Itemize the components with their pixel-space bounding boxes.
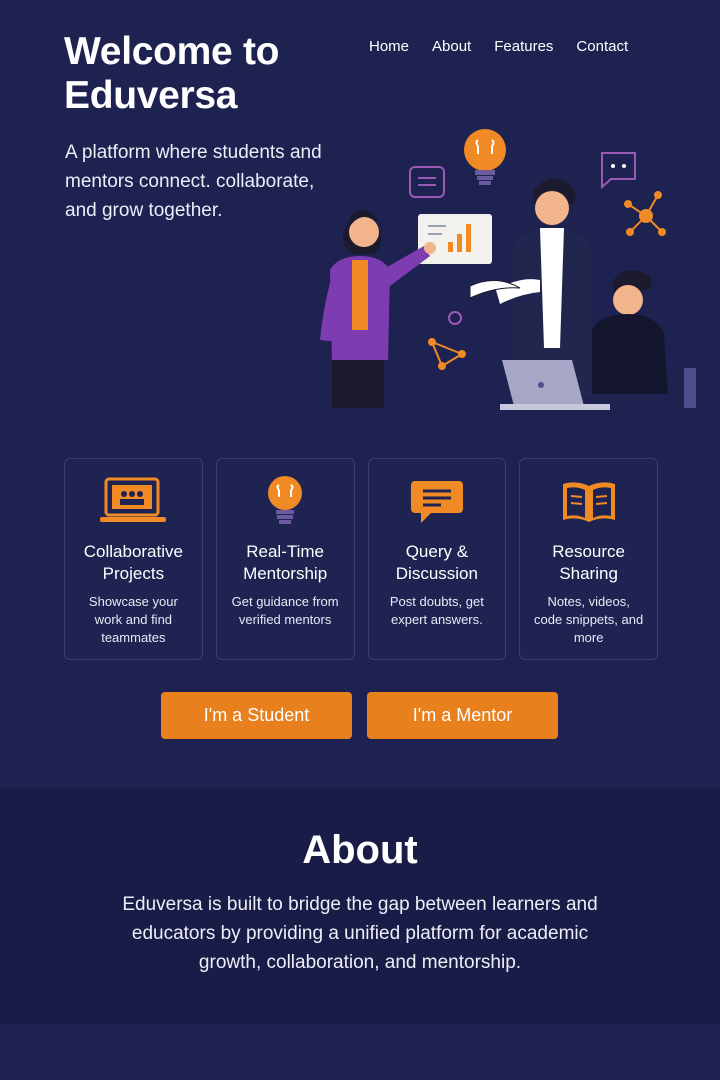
feature-description: Get guidance from verified mentors xyxy=(231,594,339,627)
hero-illustration xyxy=(320,129,696,410)
open-book-icon xyxy=(556,475,622,529)
lightbulb-icon xyxy=(464,129,506,185)
mentor-button[interactable]: I'm a Mentor xyxy=(367,692,558,739)
network-icon xyxy=(624,191,666,236)
feature-description: Showcase your work and find teammates xyxy=(88,594,178,645)
feature-description: Post doubts, get expert answers. xyxy=(389,594,484,627)
laptop-icon xyxy=(100,475,167,529)
hero-section: Welcome to Eduversa A platform where stu… xyxy=(0,0,720,430)
message-icon xyxy=(409,166,445,198)
feature-title: Collaborative Projects xyxy=(83,542,183,583)
features-grid: Collaborative Projects Showcase your wor… xyxy=(64,458,658,660)
about-title: About xyxy=(302,828,418,872)
feature-card-collaborative-projects[interactable]: Collaborative Projects Showcase your wor… xyxy=(64,458,203,660)
cta-buttons: I'm a Student I'm a Mentor xyxy=(161,692,558,739)
about-section: About Eduversa is built to bridge the ga… xyxy=(0,788,720,1024)
feature-title: Real-Time Mentorship xyxy=(243,542,328,583)
student-button[interactable]: I'm a Student xyxy=(161,692,352,739)
nav-item-contact[interactable]: Contact xyxy=(576,38,628,55)
nav-item-about[interactable]: About xyxy=(432,38,471,55)
feature-title: Resource Sharing xyxy=(552,542,625,583)
nav-item-home[interactable]: Home xyxy=(369,38,409,55)
speech-bubble-icon xyxy=(601,152,636,190)
about-text: Eduversa is built to bridge the gap betw… xyxy=(122,894,598,973)
feature-card-resource-sharing[interactable]: Resource Sharing Notes, videos, code sni… xyxy=(519,458,658,660)
feature-card-real-time-mentorship[interactable]: Real-Time Mentorship Get guidance from v… xyxy=(215,458,355,660)
nav-item-features[interactable]: Features xyxy=(494,38,553,55)
footer-strip xyxy=(0,1024,720,1080)
top-nav: Home About Features Contact xyxy=(369,38,651,55)
feature-card-query-discussion[interactable]: Query & Discussion Post doubts, get expe… xyxy=(367,458,507,660)
triangle-network-icon xyxy=(428,338,466,370)
lightbulb-icon xyxy=(252,475,318,529)
hero-tagline: A platform where students and mentors co… xyxy=(65,142,322,221)
chat-bubble-icon xyxy=(404,475,470,529)
page-title: Welcome to Eduversa xyxy=(64,30,280,117)
feature-title: Query & Discussion xyxy=(395,542,478,583)
feature-description: Notes, videos, code snippets, and more xyxy=(534,594,644,645)
